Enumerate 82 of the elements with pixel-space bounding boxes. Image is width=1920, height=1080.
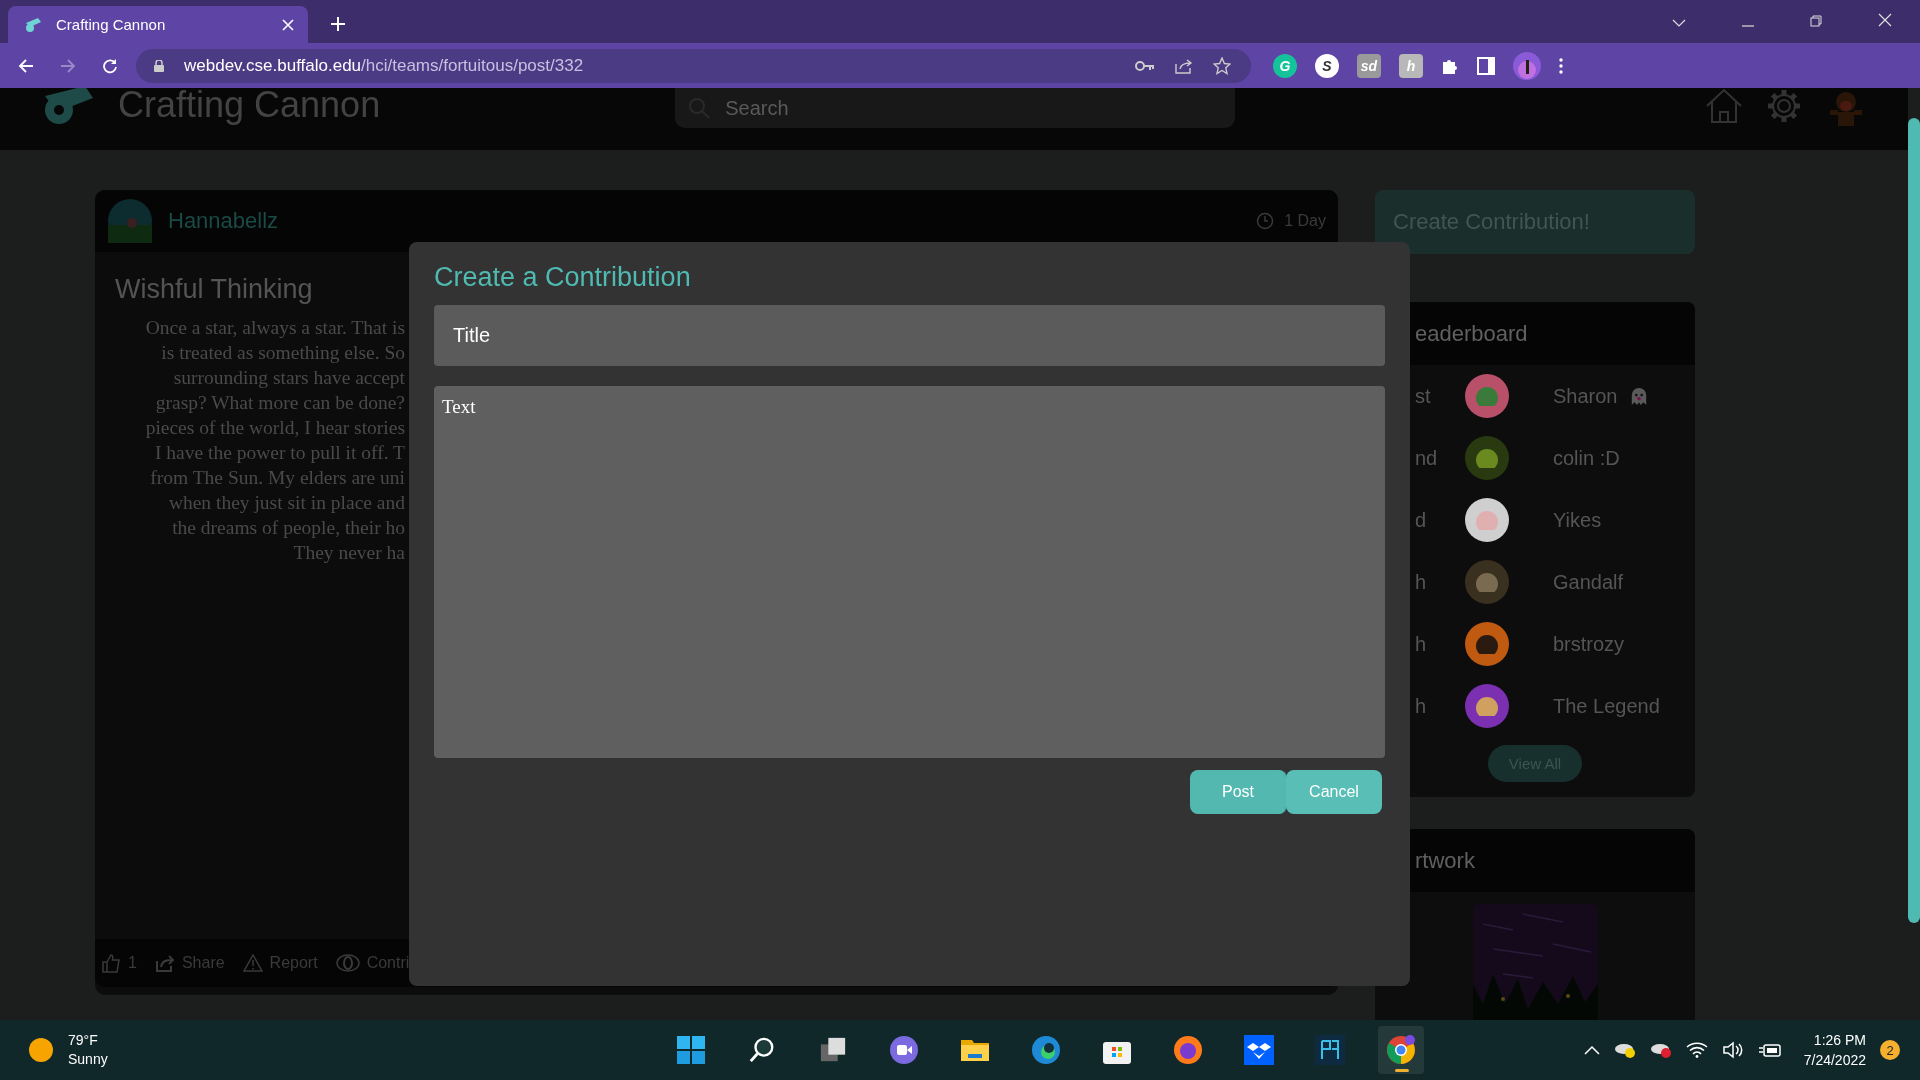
address-bar[interactable]: webdev.cse.buffalo.edu/hci/teams/fortuitous/post/332 — [136, 48, 1251, 83]
share-icon[interactable] — [1175, 57, 1193, 74]
user-name[interactable]: Yikes — [1553, 508, 1602, 532]
rank-label: h — [1415, 570, 1428, 594]
taskbar-app[interactable] — [1378, 1026, 1424, 1074]
post-text-line: I have the power to pull it off. T — [155, 441, 405, 465]
close-icon[interactable] — [1878, 13, 1892, 27]
post-text-line: when they just sit in place and — [168, 491, 405, 515]
key-icon[interactable] — [1135, 60, 1155, 71]
post-text-line: surrounding stars have accept — [173, 366, 405, 390]
extension-button[interactable]: G — [1273, 53, 1297, 78]
side-panel-icon[interactable] — [1477, 56, 1495, 75]
cloud-error-icon[interactable] — [1649, 1041, 1672, 1059]
search-input[interactable]: Search — [723, 95, 928, 121]
video-chat-icon — [889, 1035, 919, 1065]
browser-icon — [1386, 1035, 1416, 1065]
star-icon[interactable] — [1213, 56, 1231, 75]
globe-icon — [1173, 1035, 1203, 1065]
app-icon — [1315, 1035, 1345, 1065]
text-field[interactable]: Text — [434, 386, 1385, 758]
clock-date[interactable]: 7/24/2022 — [1803, 1050, 1866, 1070]
eye-icon — [335, 954, 360, 972]
dialog-title: Create a Contribution — [434, 262, 692, 293]
post-text-line: Once a star, always a star. That is — [145, 316, 405, 340]
reload-icon[interactable] — [102, 57, 118, 74]
cannon-icon — [24, 16, 44, 33]
restore-icon[interactable] — [1810, 15, 1822, 27]
profile-avatar[interactable] — [1513, 51, 1541, 80]
thumbs-up-icon — [101, 953, 121, 973]
post-text-line: the dreams of people, their ho — [172, 516, 405, 540]
rank-label: h — [1415, 694, 1428, 718]
post-title: Wishful Thinking — [115, 274, 313, 305]
battery-icon[interactable] — [1757, 1042, 1782, 1058]
search-icon — [748, 1036, 776, 1064]
rank-label: nd — [1415, 446, 1439, 470]
weather-condition: Sunny — [68, 1050, 108, 1069]
user-name[interactable]: brstrozy — [1553, 632, 1625, 656]
card-title: rtwork — [1415, 847, 1475, 874]
post-text-line: They never ha — [293, 541, 405, 565]
window-stack-icon — [819, 1036, 847, 1064]
extension-button[interactable]: S — [1315, 53, 1339, 78]
temperature: 79°F — [68, 1031, 99, 1050]
menu-icon[interactable] — [1559, 57, 1563, 74]
post-text-line: grasp? What more can be done? — [155, 391, 405, 415]
post-text-line: is treated as something else. So — [161, 341, 405, 365]
card-title: eaderboard — [1415, 320, 1528, 347]
rank-label: st — [1415, 384, 1432, 408]
wifi-icon[interactable] — [1685, 1042, 1708, 1058]
extension-button[interactable]: h — [1399, 53, 1423, 78]
cloud-warning-icon[interactable] — [1613, 1041, 1636, 1059]
post-text-line: from The Sun. My elders are uni — [150, 466, 405, 490]
tab-title: Crafting Cannon — [56, 16, 167, 33]
rank-label: h — [1415, 632, 1428, 656]
lock-icon — [154, 59, 164, 72]
cancel-button[interactable]: Cancel — [1286, 770, 1382, 814]
speaker-icon[interactable] — [1721, 1041, 1744, 1059]
author-name[interactable]: Hannabellz — [168, 208, 279, 234]
sun-icon[interactable] — [28, 1037, 54, 1063]
chevron-down-icon[interactable] — [1672, 19, 1686, 27]
rank-label: d — [1415, 508, 1428, 532]
warning-icon — [242, 954, 263, 972]
url-text: webdev.cse.buffalo.edu/hci/teams/fortuitous/post/332 — [184, 55, 584, 76]
user-name[interactable]: The Legend — [1553, 694, 1660, 718]
title-field[interactable]: Title — [434, 305, 1385, 366]
browser-tab[interactable]: Crafting Cannon — [8, 6, 308, 43]
search-field[interactable]: Search — [675, 88, 1236, 128]
plus-icon[interactable] — [330, 16, 346, 32]
post-button[interactable]: Post — [1190, 770, 1286, 814]
user-name[interactable]: Gandalf — [1553, 570, 1624, 594]
share-icon — [154, 953, 175, 973]
box-icon — [1244, 1035, 1274, 1065]
clock-time[interactable]: 1:26 PM — [1813, 1030, 1866, 1050]
post-text-line: pieces of the world, I hear stories — [145, 416, 405, 440]
notification-badge[interactable]: 2 — [1880, 1040, 1900, 1060]
grid-icon — [676, 1035, 706, 1065]
clock-icon — [1256, 212, 1275, 230]
chevron-up-icon[interactable] — [1583, 1045, 1600, 1055]
swirl-icon — [1031, 1035, 1061, 1065]
user-name[interactable]: Sharon — [1553, 384, 1618, 408]
user-name[interactable]: colin :D — [1553, 446, 1620, 470]
extension-button[interactable]: sd — [1357, 53, 1381, 78]
back-icon[interactable] — [18, 57, 34, 74]
